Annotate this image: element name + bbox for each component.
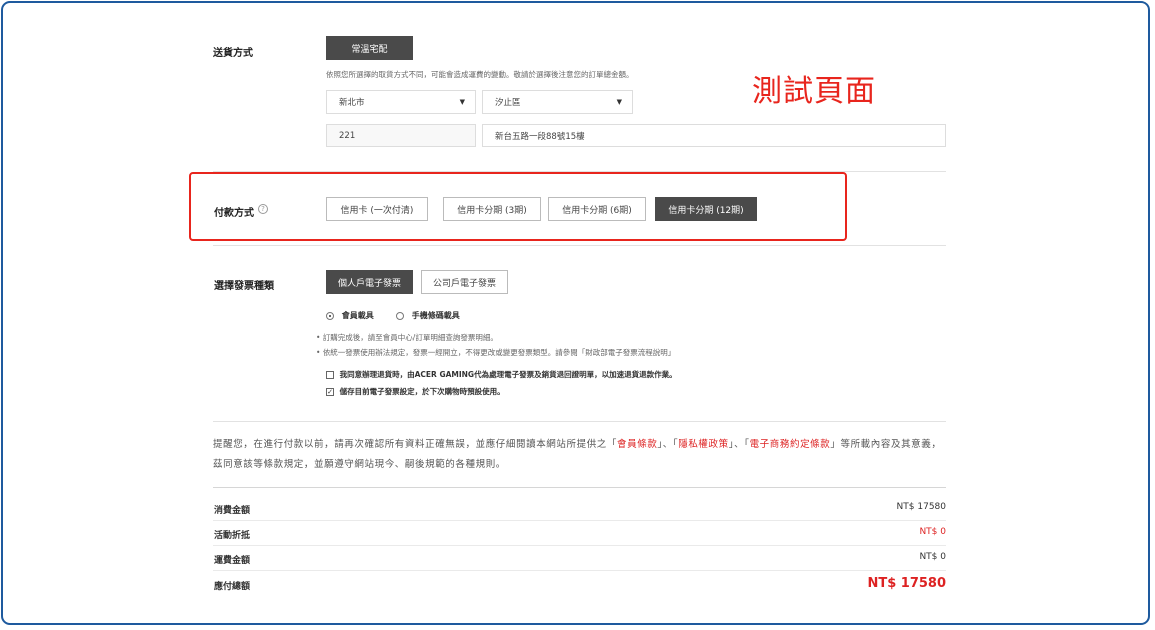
shipping-fee-value: NT$ 0 [919, 552, 946, 562]
divider [213, 487, 946, 488]
payment-option-6-installments[interactable]: 信用卡分期 (6期) [548, 197, 646, 221]
agree-return-checkbox[interactable]: 我同意辦理退貨時，由ACER GAMING代為處理電子發票及銷貨退回證明單，以加… [326, 369, 677, 380]
district-value: 汐止區 [495, 98, 521, 108]
carrier-member-option[interactable]: 會員載具 [326, 310, 374, 321]
district-select[interactable]: 汐止區 ▼ [482, 90, 633, 114]
save-setting-checkbox[interactable]: ✓ 儲存目前電子發票設定，於下次購物時預設使用。 [326, 386, 505, 397]
carrier-mobile-label: 手機條碼載具 [411, 311, 460, 320]
checkbox-empty-icon [326, 371, 334, 379]
radio-selected-icon [326, 311, 334, 320]
invoice-bullet-1: • 訂購完成後，請至會員中心/訂單明細查詢發票明細。 [316, 333, 498, 342]
company-invoice-button[interactable]: 公司戶電子發票 [421, 270, 508, 294]
invoice-type-label: 選擇發票種類 [214, 281, 274, 292]
notice-separator: 」、「 [728, 439, 750, 450]
total-value: NT$ 17580 [867, 576, 946, 591]
personal-invoice-button[interactable]: 個人戶電子發票 [326, 270, 413, 294]
payment-option-3-installments[interactable]: 信用卡分期 (3期) [443, 197, 541, 221]
zip-field[interactable]: 221 [326, 124, 476, 147]
notice-prefix: 提醒您，在進行付款以前，請再次確認所有資料正確無誤，並應仔細閱讀本網站所提供之「 [213, 439, 618, 450]
divider [213, 245, 946, 246]
agree-return-label: 我同意辦理退貨時，由ACER GAMING代為處理電子發票及銷貨退回證明單，以加… [339, 370, 677, 379]
payment-notice: 提醒您，在進行付款以前，請再次確認所有資料正確無誤，並應仔細閱讀本網站所提供之「… [213, 435, 953, 475]
shipping-label: 送貨方式 [213, 48, 253, 59]
carrier-member-label: 會員載具 [341, 311, 374, 320]
test-page-banner: 測試頁面 [752, 74, 876, 109]
chevron-down-icon: ▼ [616, 98, 622, 106]
save-setting-label: 儲存目前電子發票設定，於下次購物時預設使用。 [339, 387, 505, 396]
radio-empty-icon [396, 311, 404, 320]
chevron-down-icon: ▼ [459, 98, 465, 106]
row-divider [213, 520, 946, 521]
address-field[interactable]: 新台五路一段88號15樓 [482, 124, 946, 147]
discount-label: 活動折抵 [214, 531, 251, 541]
address-value: 新台五路一段88號15樓 [495, 131, 585, 142]
city-select[interactable]: 新北市 ▼ [326, 90, 476, 114]
discount-value: NT$ 0 [919, 527, 946, 537]
shipping-fee-label: 運費金額 [214, 556, 251, 566]
member-terms-link[interactable]: 會員條款 [617, 439, 657, 450]
checkbox-checked-icon: ✓ [326, 388, 334, 396]
invoice-bullet-1-text: 訂購完成後，請至會員中心/訂單明細查詢發票明細。 [322, 333, 498, 342]
row-divider [213, 570, 946, 571]
invoice-bullet-2: • 依統一發票使用辦法規定，發票一經開立，不得更改或變更發票類型。請參閱「財政部… [316, 348, 676, 357]
city-value: 新北市 [339, 98, 365, 108]
payment-label: 付款方式 [214, 208, 254, 219]
subtotal-value: NT$ 17580 [896, 502, 946, 512]
help-icon[interactable]: ? [258, 204, 268, 214]
row-divider [213, 545, 946, 546]
notice-line-2: 茲同意該等條款規定，並願遵守網站現今、嗣後規範的各種規則。 [213, 459, 506, 470]
total-label: 應付總額 [214, 582, 251, 592]
notice-suffix: 」等所載內容及其意義， [830, 439, 942, 450]
privacy-policy-link[interactable]: 隱私權政策 [678, 439, 729, 450]
invoice-bullet-2-text: 依統一發票使用辦法規定，發票一經開立，不得更改或變更發票類型。請參閱「財政部電子… [322, 348, 676, 357]
zip-value: 221 [339, 130, 356, 141]
divider [213, 421, 946, 422]
payment-option-one-time[interactable]: 信用卡 (一次付清) [326, 197, 428, 221]
subtotal-label: 消費金額 [214, 506, 251, 516]
shipping-note: 依照您所選擇的取貨方式不同，可能會造成運費的變動。敬請於選擇後注意您的訂單總金額… [326, 70, 634, 79]
notice-separator: 」、「 [657, 439, 679, 450]
home-delivery-button[interactable]: 常溫宅配 [326, 36, 413, 60]
payment-option-12-installments[interactable]: 信用卡分期 (12期) [655, 197, 757, 221]
carrier-mobile-option[interactable]: 手機條碼載具 [396, 310, 460, 321]
ecommerce-terms-link[interactable]: 電子商務約定條款 [750, 439, 831, 450]
